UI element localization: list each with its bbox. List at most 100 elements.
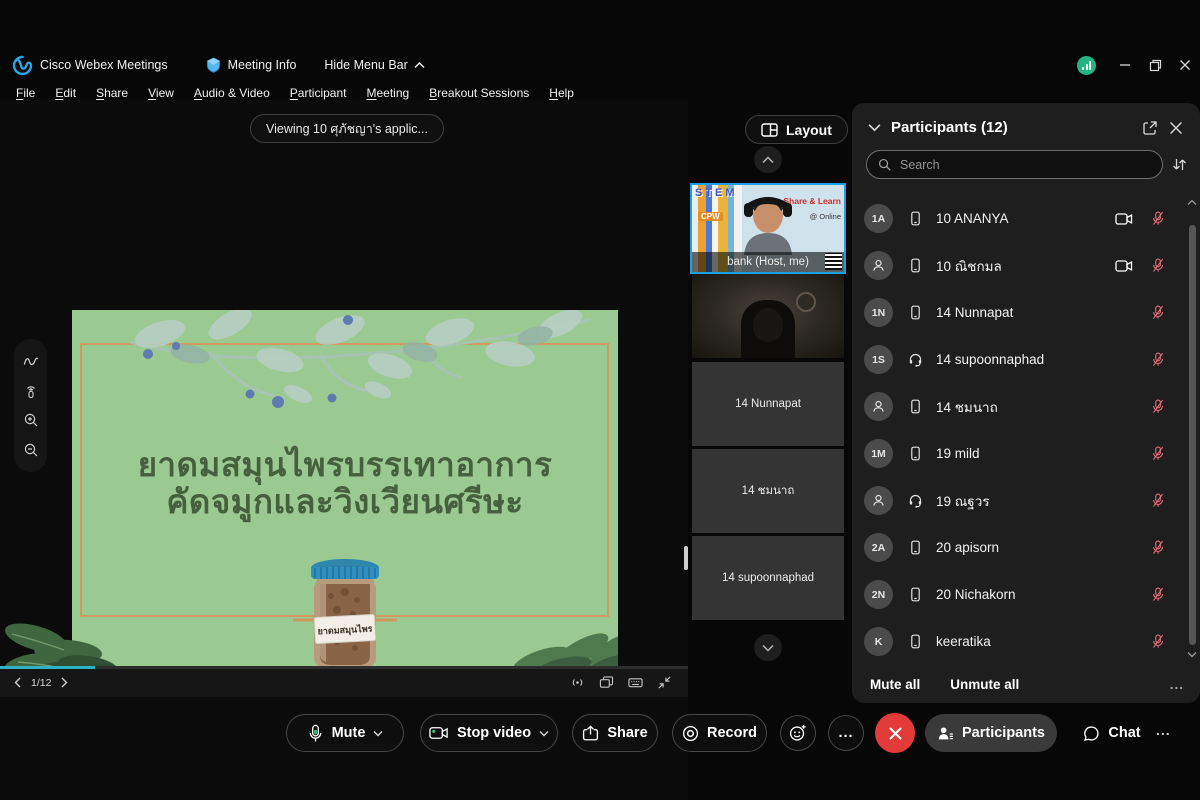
annotation-toolbar xyxy=(14,339,47,472)
zoom-in-icon[interactable] xyxy=(23,412,39,428)
previous-slide-button[interactable] xyxy=(14,677,21,688)
menu-item-edit[interactable]: Edit xyxy=(45,86,86,100)
leave-x-icon xyxy=(888,726,903,741)
hide-menu-bar-label: Hide Menu Bar xyxy=(324,58,407,72)
annotate-pen-icon[interactable] xyxy=(23,353,39,369)
participant-row[interactable]: 1N14 Nunnapat xyxy=(852,289,1186,336)
minimize-button[interactable] xyxy=(1110,54,1140,76)
stop-video-button[interactable]: Stop video xyxy=(420,714,558,752)
avatar-initials: 2A xyxy=(864,533,893,562)
smiley-plus-icon xyxy=(789,724,807,742)
video-tile-placeholder[interactable]: 14 ชมนาถ xyxy=(692,449,844,533)
menu-item-share[interactable]: Share xyxy=(86,86,138,100)
filmstrip-resize-handle[interactable] xyxy=(684,546,688,570)
filmstrip-scroll-up-button[interactable] xyxy=(754,146,782,173)
mute-options-chevron-icon[interactable] xyxy=(373,730,383,737)
video-tile-webcam[interactable] xyxy=(692,274,844,358)
remote-control-icon[interactable] xyxy=(23,383,39,399)
phone-icon xyxy=(908,587,923,602)
participant-row[interactable]: 14 ชมนาถ xyxy=(852,383,1186,430)
mic-muted-icon[interactable] xyxy=(1151,493,1166,508)
participant-row[interactable]: 10 ณิชกมล xyxy=(852,242,1186,289)
mic-muted-icon[interactable] xyxy=(1151,399,1166,414)
phone-icon xyxy=(908,305,923,320)
app-title: Cisco Webex Meetings xyxy=(40,58,168,72)
tile-label: 14 Nunnapat xyxy=(692,398,844,410)
mic-muted-icon[interactable] xyxy=(1151,634,1166,649)
headset-icon xyxy=(908,493,923,508)
collapse-view-icon[interactable] xyxy=(657,675,672,690)
participant-row[interactable]: 1M19 mild xyxy=(852,430,1186,477)
scrollbar-down-arrow[interactable] xyxy=(1187,651,1197,658)
record-button[interactable]: Record xyxy=(672,714,767,752)
participant-search-box[interactable] xyxy=(866,150,1163,179)
video-tile-placeholder[interactable]: 14 Nunnapat xyxy=(692,362,844,446)
participants-toggle-button[interactable]: Participants xyxy=(925,714,1057,752)
menu-item-meeting[interactable]: Meeting xyxy=(357,86,420,100)
next-slide-button[interactable] xyxy=(61,677,68,688)
participant-row[interactable]: 19 ณฐวร xyxy=(852,477,1186,524)
participants-more-options-button[interactable]: ... xyxy=(1170,677,1184,692)
unmute-all-button[interactable]: Unmute all xyxy=(950,677,1019,692)
chat-toggle-button[interactable]: Chat xyxy=(1072,714,1152,752)
menu-item-audio-video[interactable]: Audio & Video xyxy=(184,86,280,100)
layout-button[interactable]: Layout xyxy=(745,115,848,144)
close-panel-icon[interactable] xyxy=(1168,120,1184,136)
mic-muted-icon[interactable] xyxy=(1151,446,1166,461)
participant-name: 20 apisorn xyxy=(936,540,999,555)
phone-icon xyxy=(908,540,923,555)
video-options-chevron-icon[interactable] xyxy=(539,730,549,737)
audio-broadcast-icon[interactable] xyxy=(570,675,585,690)
mic-muted-icon[interactable] xyxy=(1151,211,1166,226)
slide-title-line1: ยาดมสมุนไพรบรรเทาอาการ xyxy=(72,446,618,483)
sort-participants-icon[interactable] xyxy=(1171,156,1188,173)
menu-item-breakout-sessions[interactable]: Breakout Sessions xyxy=(419,86,539,100)
pop-out-panel-icon[interactable] xyxy=(1142,120,1158,136)
participant-row[interactable]: 2N20 Nichakorn xyxy=(852,571,1186,618)
webex-window: Cisco Webex Meetings Meeting Info Hide M… xyxy=(0,0,1200,800)
restore-button[interactable] xyxy=(1140,54,1170,76)
participants-panel-title: Participants (12) xyxy=(891,119,1132,136)
participant-row[interactable]: 2A 20 apisorn xyxy=(852,524,1186,571)
mic-muted-icon[interactable] xyxy=(1151,540,1166,555)
participant-row[interactable]: 1S14 supoonnaphad xyxy=(852,336,1186,383)
leave-meeting-button[interactable] xyxy=(875,713,915,753)
participant-name: 10 ANANYA xyxy=(936,211,1009,226)
menu-item-participant[interactable]: Participant xyxy=(280,86,357,100)
menu-item-view[interactable]: View xyxy=(138,86,184,100)
share-button[interactable]: Share xyxy=(572,714,658,752)
tile-label: 14 ชมนาถ xyxy=(692,482,844,500)
participants-scrollbar[interactable] xyxy=(1189,225,1196,645)
reactions-button[interactable] xyxy=(780,715,816,751)
video-tile-placeholder[interactable]: 14 supoonnaphad xyxy=(692,536,844,620)
connection-quality-icon[interactable] xyxy=(1077,56,1096,75)
hide-menu-bar-button[interactable]: Hide Menu Bar xyxy=(324,58,424,72)
panel-collapse-chevron-icon[interactable] xyxy=(868,121,881,134)
close-window-button[interactable] xyxy=(1170,54,1200,76)
mic-muted-icon[interactable] xyxy=(1151,258,1166,273)
mute-all-button[interactable]: Mute all xyxy=(870,677,920,692)
menu-item-help[interactable]: Help xyxy=(539,86,584,100)
windows-stack-icon[interactable] xyxy=(599,675,614,690)
participant-row[interactable]: 1A10 ANANYA xyxy=(852,195,1186,242)
participant-name: 20 Nichakorn xyxy=(936,587,1016,602)
video-tile-active-speaker[interactable]: STEM CPW Share & Learn @ Online bank (Ho… xyxy=(690,183,846,274)
meeting-info-button[interactable]: Meeting Info xyxy=(206,57,297,73)
mic-muted-icon[interactable] xyxy=(1151,587,1166,602)
participant-row[interactable]: Kkeeratika xyxy=(852,618,1186,665)
keyboard-icon[interactable] xyxy=(628,675,643,690)
webcam-person-silhouette xyxy=(741,300,795,358)
mic-muted-icon[interactable] xyxy=(1151,352,1166,367)
zoom-out-icon[interactable] xyxy=(23,442,39,458)
meeting-controls-bar: Mute Stop video Share Record ... Partici… xyxy=(0,710,1200,760)
search-input[interactable] xyxy=(898,157,1151,173)
scrollbar-up-arrow[interactable] xyxy=(1187,199,1197,206)
filmstrip-scroll-down-button[interactable] xyxy=(754,634,782,661)
more-options-button[interactable]: ... xyxy=(828,715,864,751)
more-panels-button[interactable]: ... xyxy=(1156,722,1171,738)
menu-item-file[interactable]: File xyxy=(6,86,45,100)
avatar-initials: 1N xyxy=(864,298,893,327)
phone-icon xyxy=(908,446,923,461)
mute-button[interactable]: Mute xyxy=(286,714,404,752)
mic-muted-icon[interactable] xyxy=(1151,305,1166,320)
